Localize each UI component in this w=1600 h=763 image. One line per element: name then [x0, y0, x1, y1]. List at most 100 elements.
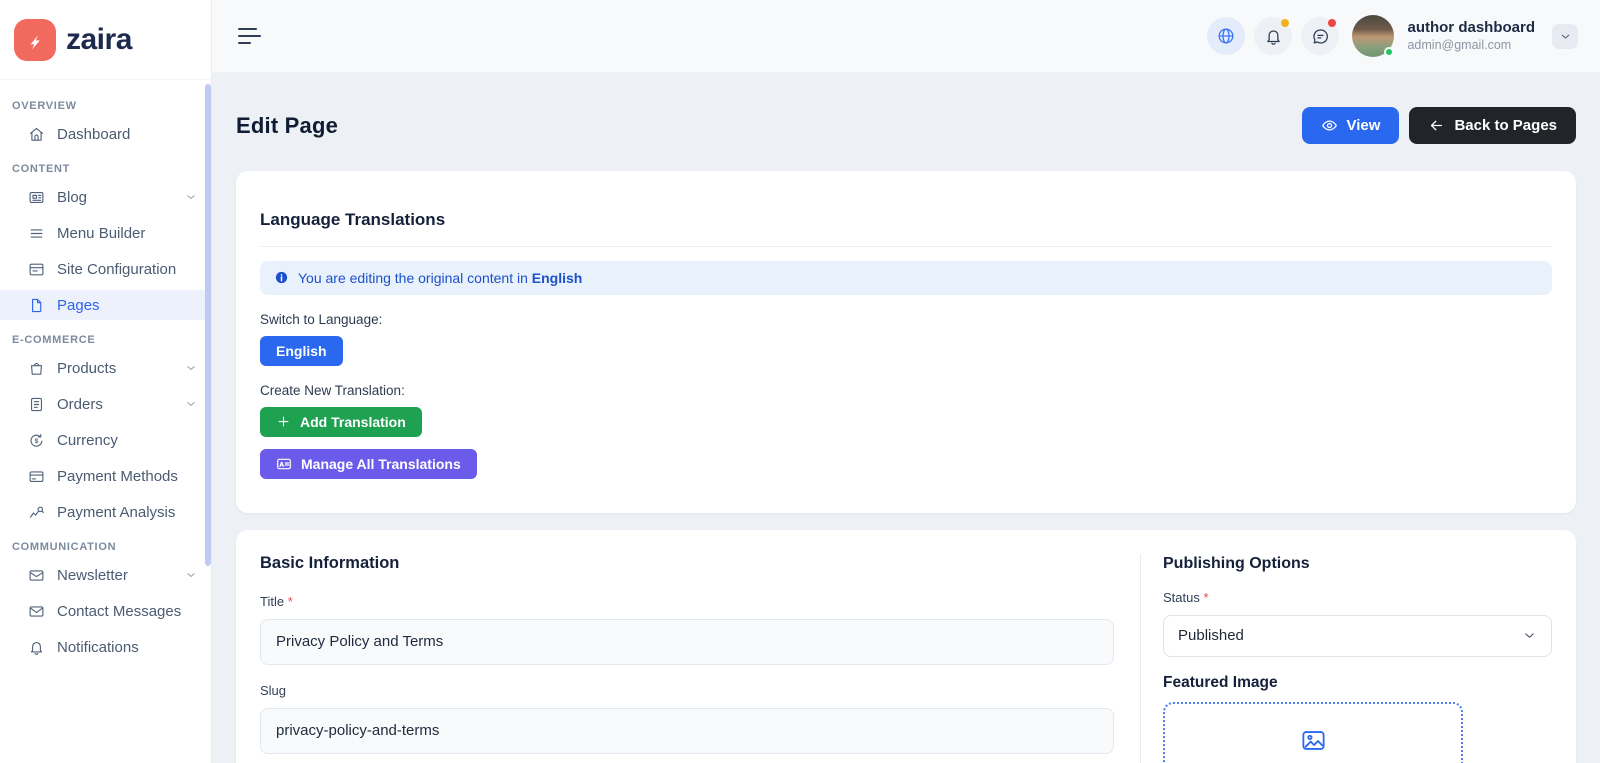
- section-label-communication: COMMUNICATION: [12, 541, 211, 553]
- sidebar-item-dashboard[interactable]: Dashboard: [0, 119, 211, 149]
- chart-search-icon: [28, 504, 45, 521]
- required-mark: *: [1203, 590, 1208, 605]
- sidebar-item-payment-methods[interactable]: Payment Methods: [0, 461, 211, 491]
- title-label: Title *: [260, 594, 1114, 609]
- sidebar-item-label: Payment Analysis: [57, 504, 175, 521]
- sidebar-item-pages[interactable]: Pages: [0, 290, 211, 320]
- basic-information-heading: Basic Information: [260, 554, 1114, 573]
- edit-form-card: Basic Information Title * Slug Leave emp…: [236, 530, 1576, 763]
- main-area: author dashboard admin@gmail.com Edit Pa…: [212, 0, 1600, 763]
- info-icon: [274, 270, 289, 285]
- create-translation-label: Create New Translation:: [260, 383, 1552, 398]
- list-icon: [28, 225, 45, 242]
- status-select[interactable]: Published: [1163, 615, 1552, 657]
- bag-icon: [28, 360, 45, 377]
- sidebar-item-label: Products: [57, 360, 116, 377]
- add-translation-button[interactable]: Add Translation: [260, 407, 422, 437]
- sidebar-item-contact-messages[interactable]: Contact Messages: [0, 596, 211, 626]
- topbar-actions: author dashboard admin@gmail.com: [1207, 15, 1578, 57]
- basic-information-column: Basic Information Title * Slug Leave emp…: [260, 554, 1140, 763]
- sidebar-item-blog[interactable]: Blog: [0, 182, 211, 212]
- online-status-dot: [1384, 47, 1394, 57]
- sidebar-item-menu-builder[interactable]: Menu Builder: [0, 218, 211, 248]
- avatar[interactable]: [1352, 15, 1394, 57]
- sidebar-item-label: Notifications: [57, 639, 139, 656]
- slug-input[interactable]: [260, 708, 1114, 754]
- sidebar-item-label: Currency: [57, 432, 118, 449]
- editing-language-alert: You are editing the original content in …: [260, 261, 1552, 295]
- home-icon: [28, 126, 45, 143]
- receipt-icon: [28, 396, 45, 413]
- sidebar-item-label: Site Configuration: [57, 261, 176, 278]
- envelope-icon: [28, 603, 45, 620]
- page-title: Edit Page: [236, 113, 338, 139]
- chevron-down-icon[interactable]: [184, 190, 198, 204]
- brand-name: zaira: [66, 23, 132, 57]
- sidebar-item-label: Orders: [57, 396, 103, 413]
- sidebar-item-label: Payment Methods: [57, 468, 178, 485]
- add-translation-label: Add Translation: [300, 414, 406, 430]
- sidebar-toggle-icon[interactable]: [236, 24, 263, 49]
- sidebar-item-payment-analysis[interactable]: Payment Analysis: [0, 497, 211, 527]
- featured-image-dropzone[interactable]: Choose file Supports: JPEG, PNG, JPG, GI…: [1163, 702, 1463, 763]
- view-button-label: View: [1347, 117, 1381, 134]
- page-content: Edit Page View Back to Pages Language Tr…: [212, 72, 1600, 763]
- language-english-button[interactable]: English: [260, 336, 343, 366]
- status-value: Published: [1178, 627, 1244, 644]
- user-meta: author dashboard admin@gmail.com: [1407, 19, 1535, 53]
- switch-language-label: Switch to Language:: [260, 312, 1552, 327]
- sidebar-item-label: Menu Builder: [57, 225, 145, 242]
- chevron-down-icon[interactable]: [184, 361, 198, 375]
- chevron-down-icon[interactable]: [184, 568, 198, 582]
- status-label: Status *: [1163, 590, 1552, 605]
- sidebar-item-products[interactable]: Products: [0, 353, 211, 383]
- file-icon: [28, 297, 45, 314]
- page-header-actions: View Back to Pages: [1302, 107, 1576, 144]
- user-menu-button[interactable]: [1552, 24, 1578, 49]
- page-header: Edit Page View Back to Pages: [236, 98, 1576, 153]
- image-icon: [1300, 727, 1327, 754]
- brand-logo[interactable]: zaira: [0, 0, 211, 80]
- brand-logo-icon: [14, 19, 56, 61]
- bell-icon: [1264, 27, 1283, 46]
- chevron-down-icon: [1522, 628, 1537, 643]
- sidebar-item-currency[interactable]: $ Currency: [0, 425, 211, 455]
- sidebar-item-label: Contact Messages: [57, 603, 181, 620]
- language-button[interactable]: [1207, 17, 1245, 55]
- sidebar-item-site-configuration[interactable]: Site Configuration: [0, 254, 211, 284]
- sidebar-item-newsletter[interactable]: Newsletter: [0, 560, 211, 590]
- user-email: admin@gmail.com: [1407, 38, 1535, 54]
- section-label-ecommerce: E-COMMERCE: [12, 334, 211, 346]
- sidebar-item-orders[interactable]: Orders: [0, 389, 211, 419]
- title-input[interactable]: [260, 619, 1114, 665]
- slug-label: Slug: [260, 683, 1114, 698]
- eye-icon: [1321, 117, 1338, 134]
- language-english-label: English: [276, 343, 327, 359]
- messages-button[interactable]: [1301, 17, 1339, 55]
- chat-icon: [1311, 27, 1330, 46]
- chevron-down-icon[interactable]: [184, 397, 198, 411]
- section-label-content: CONTENT: [12, 163, 211, 175]
- credit-card-icon: [28, 468, 45, 485]
- language-translations-card: Language Translations You are editing th…: [236, 171, 1576, 512]
- bell-icon: [28, 639, 45, 656]
- section-label-overview: OVERVIEW: [12, 100, 211, 112]
- sidebar-nav: OVERVIEW Dashboard CONTENT Blog Menu Bui…: [0, 80, 211, 662]
- publishing-options-column: Publishing Options Status * Published Fe…: [1140, 554, 1552, 763]
- window-icon: [28, 261, 45, 278]
- globe-icon: [1216, 26, 1236, 46]
- back-to-pages-button[interactable]: Back to Pages: [1409, 107, 1576, 144]
- topbar: author dashboard admin@gmail.com: [212, 0, 1600, 72]
- plus-icon: [276, 414, 291, 429]
- manage-translations-button[interactable]: Manage All Translations: [260, 449, 477, 479]
- sidebar-item-notifications[interactable]: Notifications: [0, 632, 211, 662]
- sidebar-item-label: Newsletter: [57, 567, 128, 584]
- translation-card-icon: [276, 456, 292, 472]
- back-button-label: Back to Pages: [1454, 117, 1557, 134]
- message-badge: [1328, 19, 1336, 27]
- view-button[interactable]: View: [1302, 107, 1400, 144]
- sidebar-scrollbar[interactable]: [205, 84, 211, 566]
- arrow-left-icon: [1428, 117, 1445, 134]
- notifications-button[interactable]: [1254, 17, 1292, 55]
- alert-text: You are editing the original content in: [298, 270, 528, 286]
